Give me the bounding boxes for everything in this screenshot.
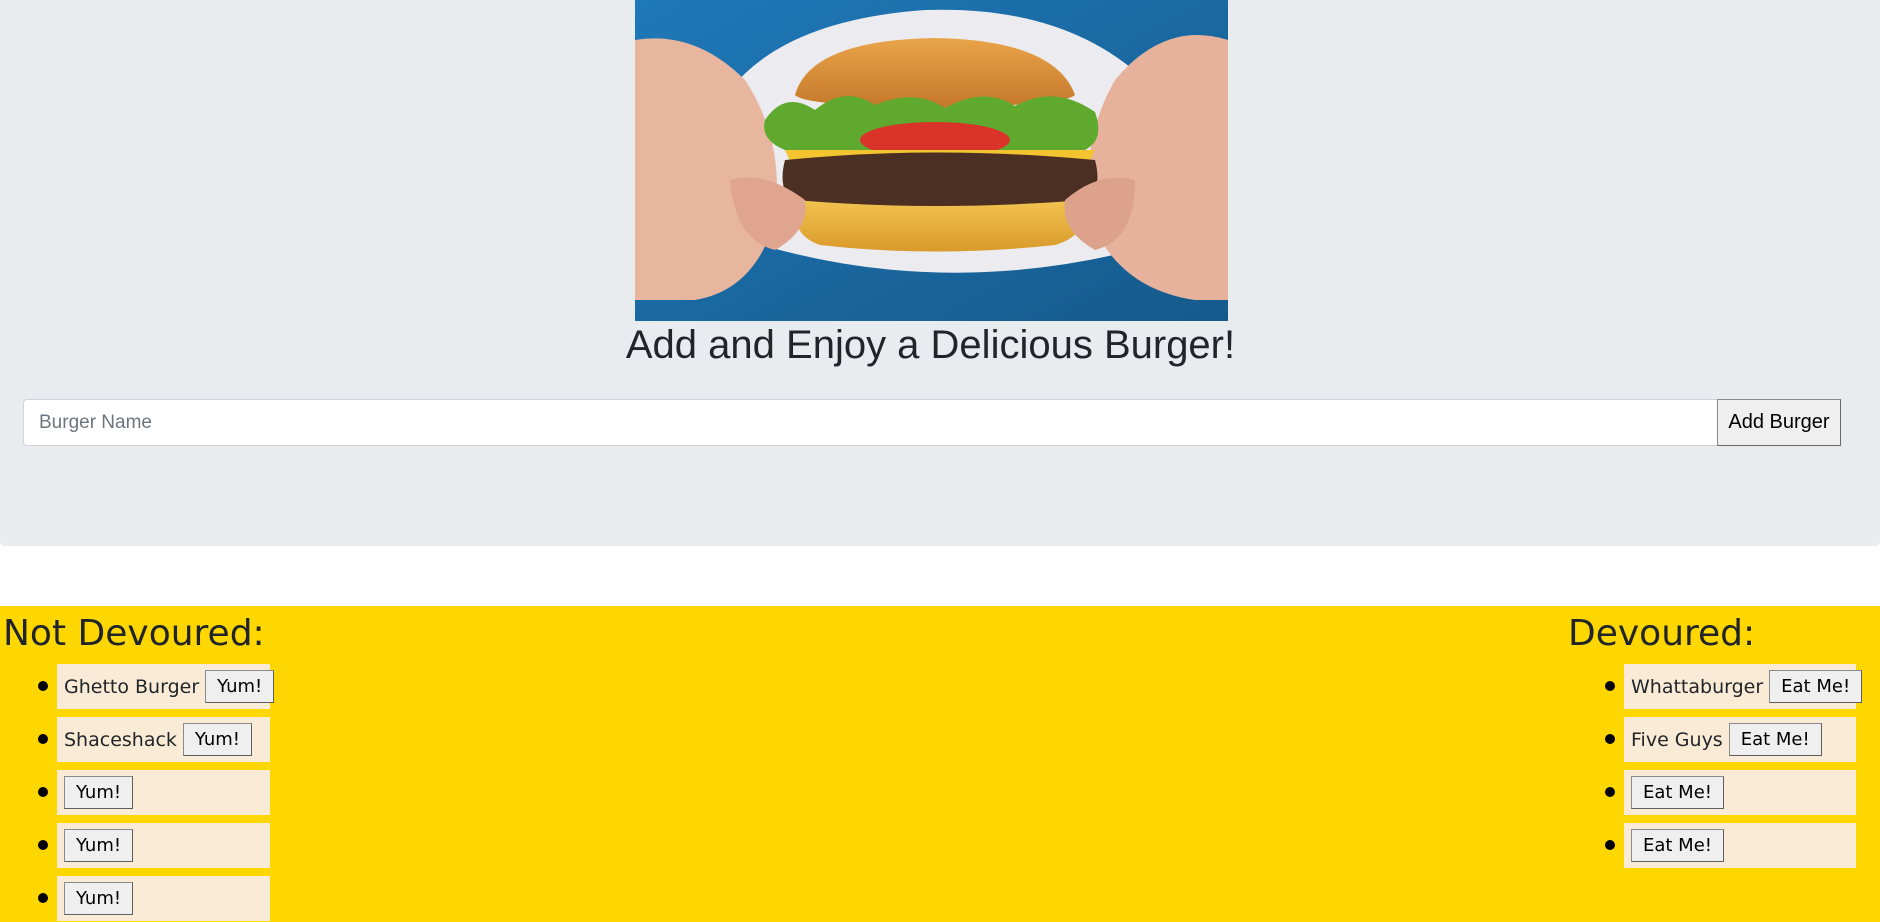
bullet-icon bbox=[38, 734, 48, 744]
jumbotron: Add and Enjoy a Delicious Burger! Add Bu… bbox=[0, 0, 1880, 546]
add-burger-button[interactable]: Add Burger bbox=[1717, 399, 1841, 446]
burger-photo bbox=[635, 0, 1228, 321]
burger-name: Whattaburger bbox=[1631, 675, 1764, 698]
yum-button[interactable]: Yum! bbox=[64, 882, 134, 915]
not-devoured-heading: Not Devoured: bbox=[3, 613, 265, 654]
burger-card: Whattaburger Eat Me! bbox=[1624, 664, 1863, 709]
burger-card: Eat Me! bbox=[1624, 823, 1856, 868]
bullet-icon bbox=[1605, 681, 1615, 691]
bullet-icon bbox=[38, 681, 48, 691]
eat-me-button[interactable]: Eat Me! bbox=[1631, 829, 1725, 862]
bullet-icon bbox=[1605, 734, 1615, 744]
burger-card: Eat Me! bbox=[1624, 770, 1856, 815]
yum-button[interactable]: Yum! bbox=[64, 776, 134, 809]
page-title: Add and Enjoy a Delicious Burger! bbox=[625, 323, 1236, 367]
bullet-icon bbox=[38, 840, 48, 850]
burger-card: Ghetto Burger Yum! bbox=[57, 664, 275, 709]
burger-name: Ghetto Burger bbox=[64, 675, 200, 698]
eat-me-button[interactable]: Eat Me! bbox=[1631, 776, 1725, 809]
bullet-icon bbox=[38, 787, 48, 797]
add-burger-form: Add Burger bbox=[23, 399, 1841, 446]
yum-button[interactable]: Yum! bbox=[205, 670, 275, 703]
burger-card: Yum! bbox=[57, 823, 270, 868]
burger-card: Shaceshack Yum! bbox=[57, 717, 270, 762]
yum-button[interactable]: Yum! bbox=[182, 723, 253, 756]
eat-me-button[interactable]: Eat Me! bbox=[1769, 670, 1863, 703]
burger-card: Yum! bbox=[57, 876, 270, 921]
bullet-icon bbox=[1605, 787, 1615, 797]
burger-card: Yum! bbox=[57, 770, 270, 815]
bullet-icon bbox=[1605, 840, 1615, 850]
burger-name-input[interactable] bbox=[23, 399, 1717, 446]
burger-name: Five Guys bbox=[1631, 728, 1723, 751]
devoured-heading: Devoured: bbox=[1568, 613, 1756, 654]
eat-me-button[interactable]: Eat Me! bbox=[1728, 723, 1822, 756]
burger-name: Shaceshack bbox=[64, 728, 177, 751]
burger-card: Five Guys Eat Me! bbox=[1624, 717, 1856, 762]
burger-lists-section: Not Devoured: Ghetto Burger Yum! Shacesh… bbox=[0, 606, 1880, 922]
yum-button[interactable]: Yum! bbox=[64, 829, 134, 862]
bullet-icon bbox=[38, 893, 48, 903]
